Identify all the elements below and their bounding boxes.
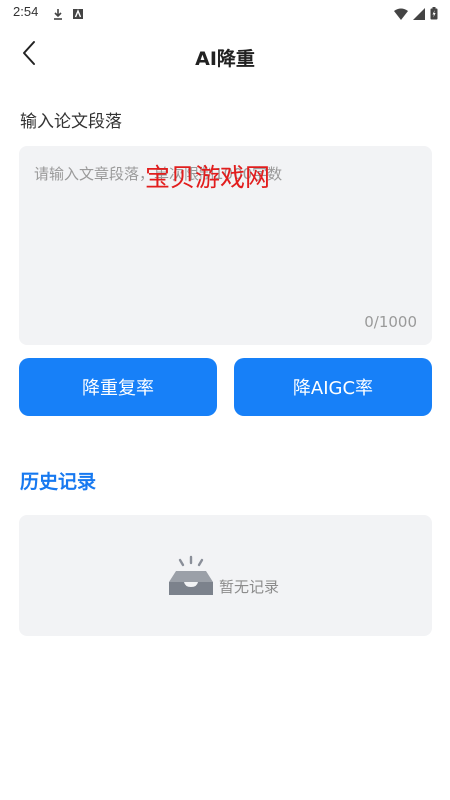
status-right-icons [394,5,438,24]
app-notification-icon [72,5,84,24]
download-icon [52,5,64,24]
wifi-icon [394,5,408,24]
reduce-repeat-button[interactable]: 降重复率 [19,358,217,416]
reduce-aigc-button[interactable]: 降AIGC率 [234,358,432,416]
history-panel: 暂无记录 [19,515,432,636]
empty-inbox-icon [167,555,215,601]
status-time: 2:54 [13,4,39,19]
history-title: 历史记录 [20,471,97,493]
nav-bar: AI降重 [0,32,450,78]
input-section-label: 输入论文段落 [20,112,122,132]
paragraph-input-box: 0/1000 [19,146,432,345]
empty-state-text: 暂无记录 [219,578,280,596]
empty-state: 暂无记录 [167,555,279,601]
status-bar: 2:54 [0,0,450,24]
status-left-icons [52,5,84,24]
battery-charging-icon [430,5,438,24]
signal-icon [413,5,425,24]
page-title: AI降重 [195,48,255,70]
char-counter: 0/1000 [364,313,417,331]
